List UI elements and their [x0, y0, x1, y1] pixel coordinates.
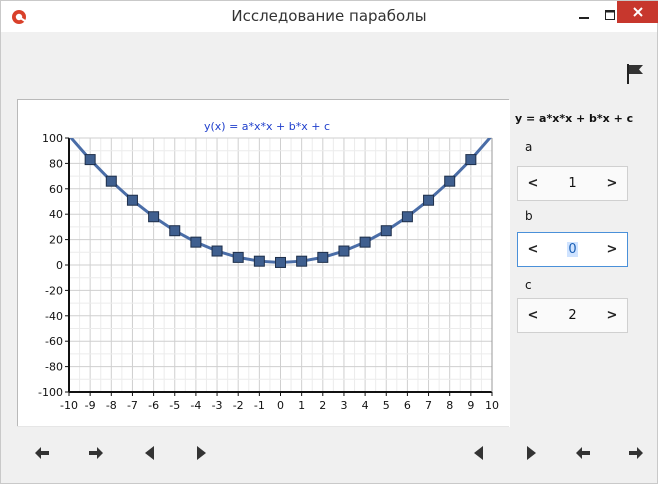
minimize-icon — [579, 17, 589, 19]
title-bar[interactable]: Исследование параболы — [1, 1, 658, 32]
x-tick-label: 4 — [362, 399, 369, 412]
nav-forward-button-right[interactable] — [626, 443, 646, 463]
arrow-left-icon — [576, 447, 590, 459]
series-point — [190, 236, 202, 248]
param-c-increment[interactable]: > — [601, 299, 623, 332]
formula-label: y = a*x*x + b*x + c — [515, 112, 634, 125]
triangle-right-icon — [197, 446, 206, 460]
series-point — [232, 251, 244, 263]
y-tick-label: -80 — [45, 361, 63, 374]
y-tick-label: 0 — [56, 259, 63, 272]
triangle-left-icon — [474, 446, 483, 460]
param-c-value[interactable]: 2 — [548, 299, 597, 332]
x-tick-label: -9 — [85, 399, 96, 412]
x-tick-label: -1 — [254, 399, 265, 412]
nav-back-button-right[interactable] — [573, 443, 593, 463]
arrow-right-icon — [629, 447, 643, 459]
x-tick-label: 0 — [277, 399, 284, 412]
x-tick-label: -4 — [190, 399, 201, 412]
window-title: Исследование параболы — [231, 7, 427, 25]
series-point — [380, 225, 392, 237]
x-tick-label: -8 — [106, 399, 117, 412]
series-point — [84, 154, 96, 166]
param-c-label: c — [525, 278, 532, 292]
x-tick-label: 9 — [467, 399, 474, 412]
chart-title: y(x) = a*x*x + b*x + c — [204, 120, 330, 133]
x-tick-label: -10 — [60, 399, 78, 412]
y-tick-label: -60 — [45, 335, 63, 348]
x-tick-label: -6 — [148, 399, 159, 412]
y-tick-label: 20 — [49, 234, 63, 247]
x-tick-label: -3 — [212, 399, 223, 412]
series-point — [401, 211, 413, 223]
x-tick-label: -7 — [127, 399, 138, 412]
nav-back-button[interactable] — [32, 443, 52, 463]
series-point — [317, 251, 329, 263]
nav-forward-button[interactable] — [86, 443, 106, 463]
param-c-decrement[interactable]: < — [522, 299, 544, 332]
flag-icon — [627, 64, 643, 84]
param-b-increment[interactable]: > — [601, 233, 623, 266]
x-tick-label: 2 — [319, 399, 326, 412]
series-point — [423, 194, 435, 206]
triangle-right-icon — [527, 446, 536, 460]
param-a-decrement[interactable]: < — [522, 167, 544, 200]
arrow-right-icon — [89, 447, 103, 459]
series-point — [126, 194, 138, 206]
y-tick-label: -100 — [38, 386, 63, 399]
x-tick-label: 6 — [404, 399, 411, 412]
series-point — [169, 225, 181, 237]
arrow-left-icon — [35, 447, 49, 459]
minimize-button[interactable] — [571, 4, 597, 26]
parameters-panel: y = a*x*x + b*x + c a < 1 > b < 0 > c < … — [513, 99, 653, 339]
x-tick-label: 8 — [446, 399, 453, 412]
divider — [17, 426, 509, 427]
series-point — [275, 256, 286, 268]
nav-next-button-right[interactable] — [521, 443, 541, 463]
param-c-spinner[interactable]: < 2 > — [517, 298, 628, 333]
param-b-label: b — [525, 209, 533, 223]
y-tick-label: -20 — [45, 284, 63, 297]
series-point — [444, 175, 456, 187]
y-tick-label: 80 — [49, 157, 63, 170]
series-point — [253, 255, 265, 267]
triangle-left-icon — [145, 446, 154, 460]
close-icon — [632, 7, 643, 17]
y-tick-label: 60 — [49, 183, 63, 196]
nav-previous-button[interactable] — [140, 443, 160, 463]
app-window: Исследование параболы y(x) = a*x*x + b*x… — [0, 0, 658, 484]
series-point — [359, 236, 371, 248]
x-tick-label: 1 — [298, 399, 305, 412]
x-tick-label: 3 — [340, 399, 347, 412]
nav-previous-button-right[interactable] — [469, 443, 489, 463]
y-tick-label: 40 — [49, 208, 63, 221]
series-point — [296, 255, 308, 267]
param-a-value[interactable]: 1 — [548, 167, 597, 200]
close-button[interactable] — [617, 1, 658, 23]
series-point — [211, 245, 223, 257]
maximize-icon — [605, 10, 615, 20]
x-tick-label: 5 — [383, 399, 390, 412]
series-point — [105, 175, 117, 187]
param-b-decrement[interactable]: < — [522, 233, 544, 266]
parabola-chart: y(x) = a*x*x + b*x + c -10 -9 -8 -7 -6 -5 -4 -3… — [18, 100, 510, 427]
x-tick-label: 7 — [425, 399, 432, 412]
param-a-spinner[interactable]: < 1 > — [517, 166, 628, 201]
param-b-spinner[interactable]: < 0 > — [517, 232, 628, 267]
param-b-value[interactable]: 0 — [548, 233, 597, 266]
y-tick-label: 100 — [42, 132, 63, 145]
series-point — [338, 245, 350, 257]
x-tick-label: 10 — [485, 399, 499, 412]
y-tick-label: -40 — [45, 310, 63, 323]
series-point — [148, 211, 160, 223]
flag-button[interactable] — [625, 63, 645, 85]
param-a-label: a — [525, 140, 533, 154]
x-tick-label: -5 — [169, 399, 180, 412]
series-point — [465, 154, 477, 166]
param-a-increment[interactable]: > — [601, 167, 623, 200]
chart-panel: y(x) = a*x*x + b*x + c -10 -9 -8 -7 -6 -5 -4 -3… — [17, 99, 510, 427]
nav-next-button[interactable] — [191, 443, 211, 463]
x-tick-label: -2 — [233, 399, 244, 412]
param-b-value-text: 0 — [567, 242, 578, 257]
